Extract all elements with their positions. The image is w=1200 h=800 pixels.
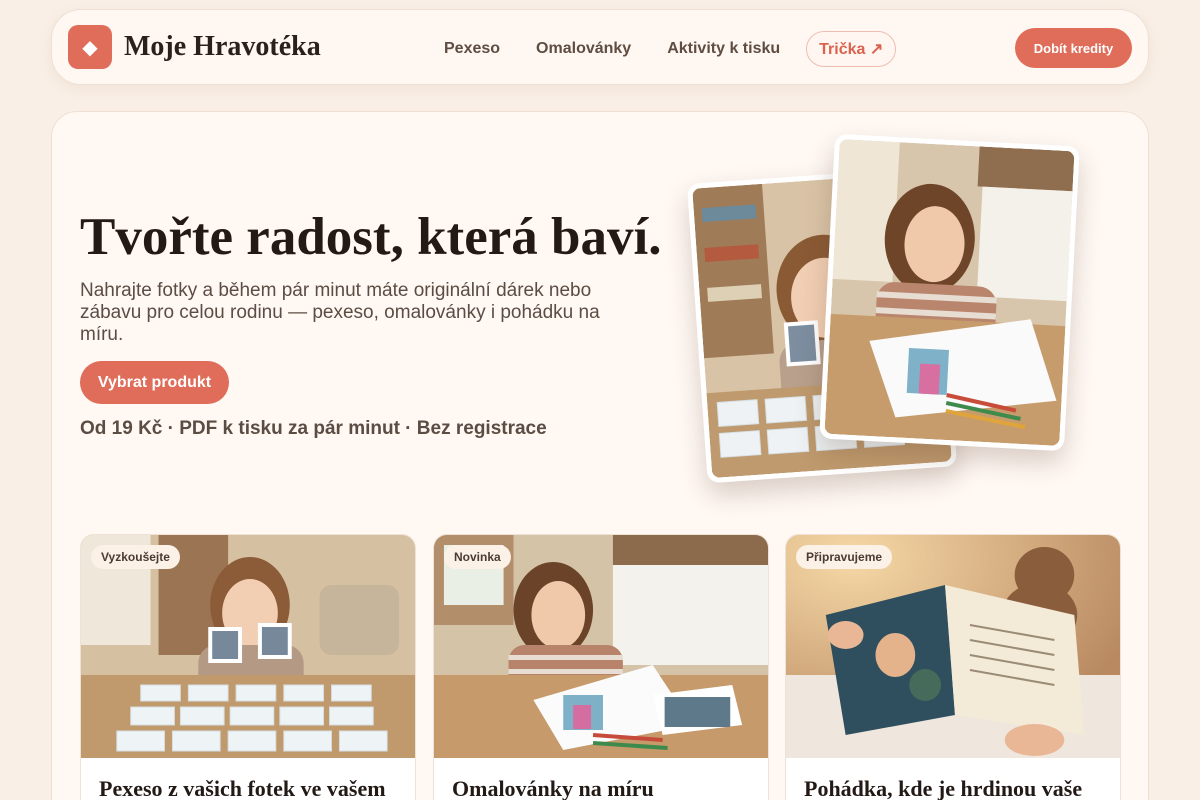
nav-link-aktivity[interactable]: Aktivity k tisku [667, 40, 780, 58]
product-card-pexeso[interactable]: Vyzkoušejte Pexeso z vašich fotek ve vaš… [80, 534, 416, 800]
hero-subtitle: Nahrajte fotky a během pár minut máte or… [80, 280, 600, 345]
brand-name[interactable]: Moje Hravotéka [124, 31, 321, 63]
card-badge-coming-soon: Připravujeme [796, 545, 893, 569]
choose-product-button[interactable]: Vybrat produkt [80, 361, 229, 404]
card-title-fairytale: Pohádka, kde je hrdinou vaše [804, 776, 1083, 800]
top-up-credits-button[interactable]: Dobít kredity [1015, 28, 1132, 68]
nav-link-tricka[interactable]: Trička ↗ [806, 31, 897, 67]
logo-icon[interactable]: ◆ [68, 25, 112, 69]
card-image-fairytale: Připravujeme [786, 535, 1120, 758]
hero-title: Tvořte radost, která baví. [80, 208, 662, 266]
card-badge-new: Novinka [444, 545, 511, 569]
nav-links: Pexeso Omalovánky Aktivity k tisku Tričk… [444, 31, 897, 67]
card-image-coloring: Novinka [434, 535, 768, 758]
hero-photo-coloring [819, 133, 1080, 452]
card-image-pexeso: Vyzkoušejte [81, 535, 415, 758]
hero-meta-info: Od 19 Kč · PDF k tisku za pár minut · Be… [80, 418, 547, 439]
top-navbar: ◆ Moje Hravotéka Pexeso Omalovánky Aktiv… [51, 9, 1149, 85]
nav-link-omalovanky[interactable]: Omalovánky [536, 40, 631, 58]
nav-link-pexeso[interactable]: Pexeso [444, 40, 500, 58]
card-title-coloring: Omalovánky na míru [452, 776, 654, 800]
product-card-fairytale[interactable]: Připravujeme Pohádka, kde je hrdinou vaš… [785, 534, 1121, 800]
product-card-coloring[interactable]: Novinka Omalovánky na míru [433, 534, 769, 800]
card-badge-try: Vyzkoušejte [91, 545, 180, 569]
hero-section: Tvořte radost, která baví. Nahrajte fotk… [51, 111, 1149, 800]
card-title-pexeso: Pexeso z vašich fotek ve vašem [99, 776, 386, 800]
